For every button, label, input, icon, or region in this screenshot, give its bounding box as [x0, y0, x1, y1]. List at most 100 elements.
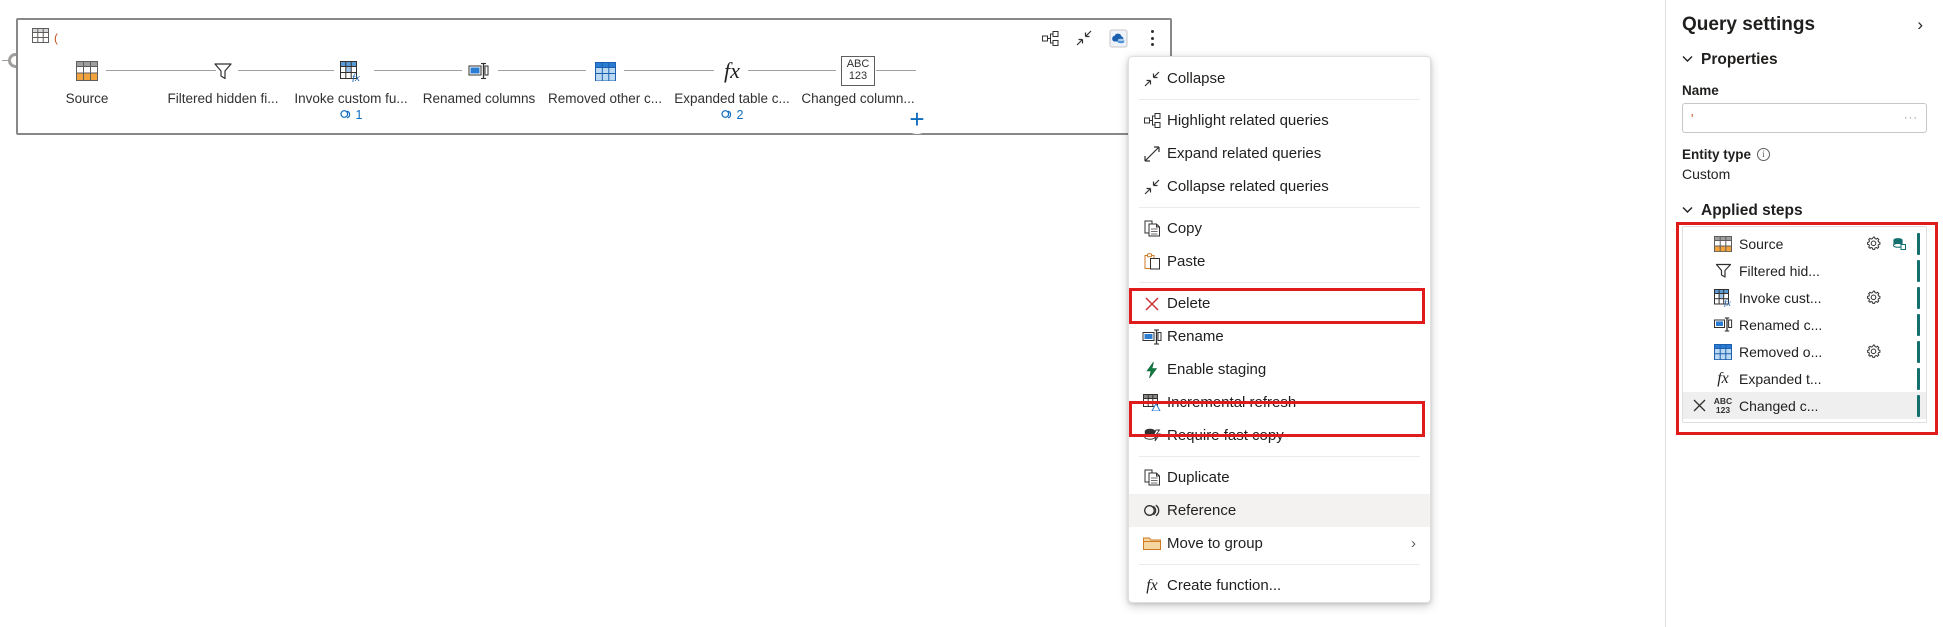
menu-item-collapse-related-queries[interactable]: Collapse related queries [1129, 170, 1430, 203]
menu-item-copy[interactable]: Copy [1129, 212, 1430, 245]
fx-glyph: fx [1146, 576, 1158, 594]
menu-item-label: Require fast copy [1167, 427, 1284, 444]
diagram-step-changed-column-type[interactable]: ABC 123 Changed column... [794, 56, 922, 106]
query-card[interactable]: (Source Filtered hidden fi... fx Invoke… [16, 18, 1172, 135]
menu-item-paste[interactable]: Paste [1129, 245, 1430, 278]
applied-step-name: Changed c... [1739, 397, 1819, 414]
section-properties[interactable]: Properties [1682, 51, 1927, 69]
applied-step-changed-column-type[interactable]: ABC 123 Changed c... [1683, 392, 1926, 419]
diagram-step-removed-other-columns[interactable]: Removed other c... [541, 56, 669, 106]
gear-icon[interactable] [1863, 344, 1883, 359]
query-settings-panel: Query settings › Properties Name ' ··· E… [1665, 0, 1943, 627]
highlight-related-icon [1137, 113, 1167, 128]
entity-type-value: Custom [1682, 166, 1731, 182]
badge-count: 1 [355, 108, 363, 122]
menu-item-highlight-related-queries[interactable]: Highlight related queries [1129, 104, 1430, 137]
menu-item-reference[interactable]: Reference [1129, 494, 1430, 527]
menu-item-label: Reference [1167, 502, 1237, 519]
menu-separator [1139, 282, 1420, 283]
123-text: 123 [848, 70, 868, 82]
more-options-icon[interactable] [1142, 28, 1162, 48]
delete-icon [1137, 296, 1167, 312]
applied-step-invoke-custom[interactable]: fx Invoke cust... [1683, 284, 1926, 311]
menu-item-require-fast-copy[interactable]: Require fast copy [1129, 419, 1430, 452]
diagram-step-label: Renamed columns [422, 91, 536, 106]
menu-item-collapse[interactable]: Collapse [1129, 62, 1430, 95]
panel-header: Query settings › [1682, 0, 1927, 44]
rename-columns-icon [468, 56, 490, 86]
diagram-step-label: Source [65, 91, 109, 106]
menu-item-create-function[interactable]: fx Create function... [1129, 569, 1430, 602]
applied-step-removed-other[interactable]: Removed o... [1683, 338, 1926, 365]
expand-related-icon [1137, 145, 1167, 162]
diagram-step-renamed-columns[interactable]: Renamed columns [415, 56, 543, 106]
folder-icon [1137, 536, 1167, 551]
abc123-text: ABC 123 [1713, 395, 1733, 415]
diagram-step-label: Removed other c... [547, 91, 663, 106]
name-ellipsis: ··· [1904, 112, 1918, 124]
info-icon[interactable]: i [1757, 148, 1771, 161]
collapse-icon[interactable] [1074, 28, 1094, 48]
name-input[interactable]: ' ··· [1682, 103, 1927, 133]
name-value: ' [1691, 110, 1694, 126]
menu-item-move-to-group[interactable]: Move to group › [1129, 527, 1430, 560]
query-card-header: ( [18, 20, 1170, 56]
highlight-related-queries-icon[interactable] [1040, 28, 1060, 48]
menu-item-rename[interactable]: Rename [1129, 320, 1430, 353]
menu-item-label: Copy [1167, 220, 1203, 237]
menu-item-label: Rename [1167, 328, 1224, 345]
applied-step-renamed-columns[interactable]: Renamed c... [1683, 311, 1926, 338]
app-root: (Source Filtered hidden fi... fx Invoke… [0, 0, 1943, 627]
menu-separator [1139, 456, 1420, 457]
fx-glyph: fx [1717, 369, 1729, 387]
applied-step-source[interactable]: Source [1683, 230, 1926, 257]
applied-step-name: Invoke cust... [1739, 289, 1822, 306]
svg-text:fx: fx [352, 72, 360, 82]
section-applied-steps[interactable]: Applied steps [1682, 202, 1927, 220]
query-card-toolbar [1040, 28, 1162, 48]
collapse-panel-icon[interactable]: › [1913, 15, 1927, 35]
diagram-step-label: Expanded table c... [674, 91, 790, 106]
applied-step-name: Expanded t... [1739, 370, 1822, 387]
fx-icon: fx [1713, 370, 1733, 388]
paste-icon [1137, 253, 1167, 270]
duplicate-icon [1137, 469, 1167, 486]
menu-item-label: Duplicate [1167, 469, 1230, 486]
step-indicator-bar [1917, 232, 1920, 255]
add-step-button[interactable]: + [902, 104, 932, 134]
section-label: Properties [1701, 51, 1778, 68]
fx-icon: fx [724, 58, 740, 83]
applied-step-expanded-table[interactable]: fx Expanded t... [1683, 365, 1926, 392]
diagram-step-reference-badge[interactable]: 1 [339, 108, 363, 122]
applied-step-filtered-hidden[interactable]: Filtered hid... [1683, 257, 1926, 284]
applied-step-name: Renamed c... [1739, 316, 1823, 333]
removed-columns-icon [1713, 343, 1733, 360]
database-icon[interactable] [1889, 236, 1909, 251]
gear-icon[interactable] [1863, 236, 1883, 251]
delete-step-icon[interactable] [1691, 399, 1707, 412]
entity-type-label-row: Entity type i [1682, 147, 1927, 162]
menu-item-delete[interactable]: Delete [1129, 287, 1430, 320]
menu-item-enable-staging[interactable]: Enable staging [1129, 353, 1430, 386]
diagram-step-invoke-custom-function[interactable]: fx Invoke custom fu... 1 [287, 56, 415, 122]
table-icon [32, 28, 49, 48]
gear-icon[interactable] [1863, 290, 1883, 305]
diagram-step-reference-badge[interactable]: 2 [720, 108, 743, 122]
diagram-step-filtered-hidden-files[interactable]: Filtered hidden fi... [159, 56, 287, 106]
chevron-down-icon [1682, 205, 1693, 217]
query-card-title: ( [54, 31, 58, 45]
menu-item-label: Expand related queries [1167, 145, 1322, 162]
menu-item-incremental-refresh[interactable]: Incremental refresh [1129, 386, 1430, 419]
diagram-step-expanded-table-column[interactable]: fx Expanded table c... 2 [668, 56, 796, 122]
menu-item-expand-related-queries[interactable]: Expand related queries [1129, 137, 1430, 170]
incremental-refresh-icon [1137, 394, 1167, 411]
data-source-settings-icon[interactable] [1108, 28, 1128, 48]
menu-item-duplicate[interactable]: Duplicate [1129, 461, 1430, 494]
fx-icon: fx [1137, 577, 1167, 595]
step-indicator-bar [1917, 394, 1920, 417]
removed-columns-icon [594, 56, 616, 86]
menu-item-label: Incremental refresh [1167, 394, 1297, 411]
menu-item-label: Move to group [1167, 535, 1263, 552]
diagram-step-source[interactable]: Source [23, 56, 151, 106]
menu-item-label: Delete [1167, 295, 1211, 312]
